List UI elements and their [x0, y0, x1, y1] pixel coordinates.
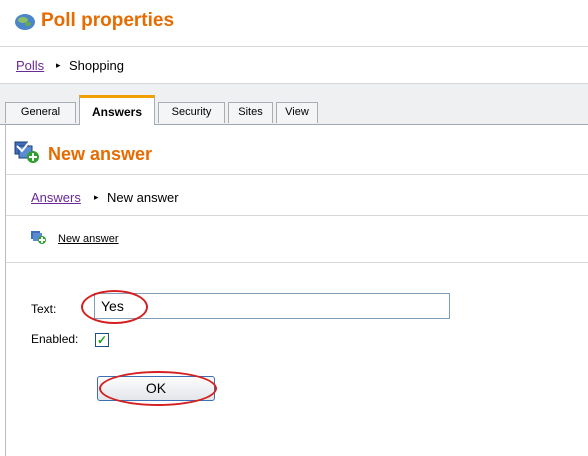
divider	[6, 262, 588, 263]
enabled-label: Enabled:	[31, 332, 79, 346]
globe-icon	[15, 14, 35, 30]
tab-general[interactable]: General	[5, 102, 76, 123]
text-label: Text:	[31, 302, 57, 316]
breadcrumb-separator-icon: ▸	[56, 60, 61, 70]
divider	[6, 215, 588, 216]
page-title: Poll properties	[41, 10, 175, 31]
breadcrumb-current: Shopping	[69, 58, 124, 73]
tab-bar: General Answers Security Sites View	[0, 84, 588, 125]
answer-text-input[interactable]	[94, 293, 450, 319]
tab-security[interactable]: Security	[158, 102, 225, 123]
new-answer-icon	[31, 231, 46, 244]
tab-answers[interactable]: Answers	[79, 95, 155, 125]
breadcrumb-link-polls[interactable]: Polls	[16, 58, 44, 73]
tab-view[interactable]: View	[276, 102, 318, 123]
breadcrumb-separator-icon: ▸	[94, 192, 99, 202]
section-title: New answer	[48, 144, 153, 164]
breadcrumb-link-answers[interactable]: Answers	[31, 190, 81, 205]
ok-button[interactable]: OK	[97, 376, 215, 401]
divider	[6, 174, 588, 175]
breadcrumb-current: New answer	[107, 190, 179, 205]
new-answer-icon	[14, 140, 39, 163]
tab-sites[interactable]: Sites	[228, 102, 273, 123]
enabled-checkbox[interactable]: ✓	[95, 333, 109, 347]
new-answer-link[interactable]: New answer	[58, 233, 119, 245]
breadcrumb: Polls ▸ Shopping	[0, 47, 588, 84]
